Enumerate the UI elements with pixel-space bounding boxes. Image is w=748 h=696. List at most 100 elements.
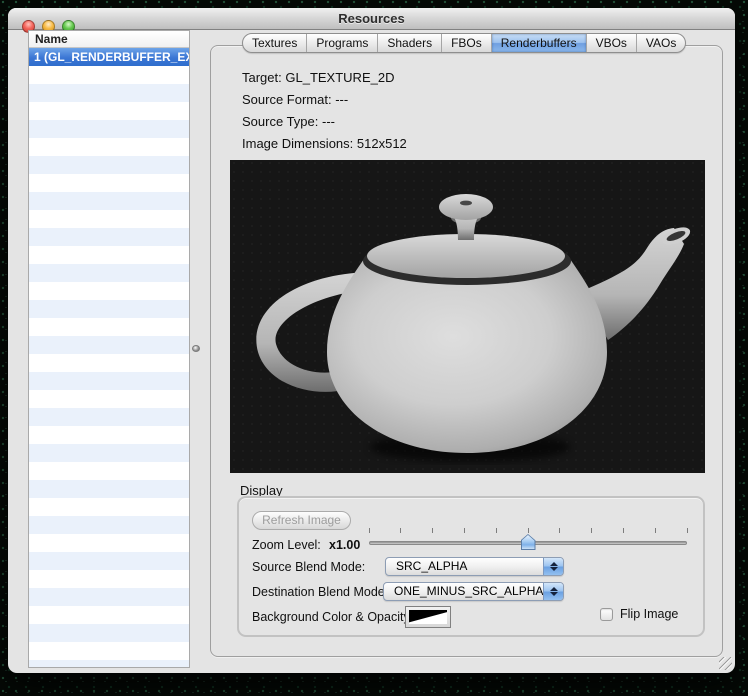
tab-fbos[interactable]: FBOs [442,34,492,52]
list-empty-row[interactable] [29,318,189,336]
splitter-grip-icon[interactable] [192,345,200,352]
popup-arrows-icon [543,558,563,575]
slider-tick [559,528,560,533]
info-source-format-value: --- [335,92,348,107]
zoom-slider[interactable] [369,528,687,550]
slider-ticks [369,528,687,534]
slider-tick [591,528,592,533]
list-empty-row[interactable] [29,228,189,246]
list-empty-row[interactable] [29,66,189,84]
list-empty-row[interactable] [29,264,189,282]
resize-grip-icon[interactable] [719,657,732,670]
list-empty-row[interactable] [29,354,189,372]
list-empty-row[interactable] [29,462,189,480]
info-target-label: Target: [242,70,282,85]
tab-vbos[interactable]: VBOs [587,34,637,52]
list-empty-row[interactable] [29,390,189,408]
source-blend-value: SRC_ALPHA [396,559,467,573]
slider-tick [655,528,656,533]
list-empty-row[interactable] [29,534,189,552]
slider-tick [369,528,370,533]
info-source-format-label: Source Format: [242,92,332,107]
list-empty-row[interactable] [29,102,189,120]
list-empty-row[interactable] [29,660,189,668]
list-empty-rows [29,66,189,668]
info-source-type-value: --- [322,114,335,129]
arrow-up-icon [550,587,558,591]
info-target-value: GL_TEXTURE_2D [285,70,394,85]
background-color-label: Background Color & Opacity: [252,610,413,624]
source-blend-popup[interactable]: SRC_ALPHA [385,557,564,576]
list-empty-row[interactable] [29,426,189,444]
tab-textures[interactable]: Textures [243,34,307,52]
dest-blend-value: ONE_MINUS_SRC_ALPHA [394,584,543,598]
list-column-header-name[interactable]: Name [29,31,189,48]
list-item-renderbuffer[interactable]: 1 (GL_RENDERBUFFER_EXT) [29,48,189,66]
slider-tick [528,528,529,533]
resource-list: Name 1 (GL_RENDERBUFFER_EXT) [28,30,190,668]
info-image-dimensions: Image Dimensions: 512x512 [242,136,407,158]
list-empty-row[interactable] [29,210,189,228]
list-empty-row[interactable] [29,336,189,354]
texture-info: Target: GL_TEXTURE_2D Source Format: ---… [242,70,407,158]
texture-preview-image [230,160,705,473]
slider-tick [496,528,497,533]
refresh-image-button[interactable]: Refresh Image [252,511,351,530]
list-empty-row[interactable] [29,120,189,138]
list-empty-row[interactable] [29,246,189,264]
flip-image-checkbox[interactable] [600,608,613,621]
list-empty-row[interactable] [29,408,189,426]
list-empty-row[interactable] [29,606,189,624]
list-empty-row[interactable] [29,156,189,174]
list-empty-row[interactable] [29,552,189,570]
info-image-dimensions-value: 512x512 [357,136,407,151]
list-empty-row[interactable] [29,570,189,588]
list-empty-row[interactable] [29,444,189,462]
tab-bar: TexturesProgramsShadersFBOsRenderbuffers… [242,33,686,53]
tab-shaders[interactable]: Shaders [378,34,442,52]
list-empty-row[interactable] [29,498,189,516]
background-color-well[interactable] [405,606,451,628]
list-empty-row[interactable] [29,642,189,660]
window-title: Resources [8,11,735,26]
slider-thumb[interactable] [521,534,536,550]
arrow-down-icon [550,592,558,596]
slider-thumb-face [522,535,535,549]
slider-tick [623,528,624,533]
list-empty-row[interactable] [29,588,189,606]
zoom-level-label: Zoom Level: [252,538,321,552]
info-source-type-label: Source Type: [242,114,318,129]
color-swatch [409,610,447,624]
slider-tick [687,528,688,533]
list-empty-row[interactable] [29,138,189,156]
zoom-level-value: x1.00 [329,538,360,552]
resources-window: Resources Name 1 (GL_RENDERBUFFER_EXT) T… [8,8,735,673]
list-empty-row[interactable] [29,516,189,534]
list-empty-row[interactable] [29,372,189,390]
arrow-up-icon [550,562,558,566]
list-empty-row[interactable] [29,624,189,642]
info-target: Target: GL_TEXTURE_2D [242,70,407,92]
list-empty-row[interactable] [29,480,189,498]
tab-renderbuffers[interactable]: Renderbuffers [492,34,587,52]
opacity-wedge-icon [409,610,447,624]
dest-blend-popup[interactable]: ONE_MINUS_SRC_ALPHA [383,582,564,601]
list-empty-row[interactable] [29,192,189,210]
list-empty-row[interactable] [29,282,189,300]
dest-blend-label: Destination Blend Mode: [252,585,388,599]
list-empty-row[interactable] [29,174,189,192]
display-group-box: Refresh Image Zoom Level: x1.00 Source B… [237,496,705,637]
desktop: { "window": { "title": "Resources" }, "t… [0,0,748,696]
title-bar[interactable]: Resources [8,8,735,30]
slider-tick [464,528,465,533]
info-source-type: Source Type: --- [242,114,407,136]
info-image-dimensions-label: Image Dimensions: [242,136,353,151]
utah-teapot-icon [230,160,705,473]
source-blend-label: Source Blend Mode: [252,560,365,574]
slider-tick [400,528,401,533]
tab-vaos[interactable]: VAOs [637,34,685,52]
flip-image-label: Flip Image [620,607,678,621]
list-empty-row[interactable] [29,84,189,102]
tab-programs[interactable]: Programs [307,34,378,52]
list-empty-row[interactable] [29,300,189,318]
